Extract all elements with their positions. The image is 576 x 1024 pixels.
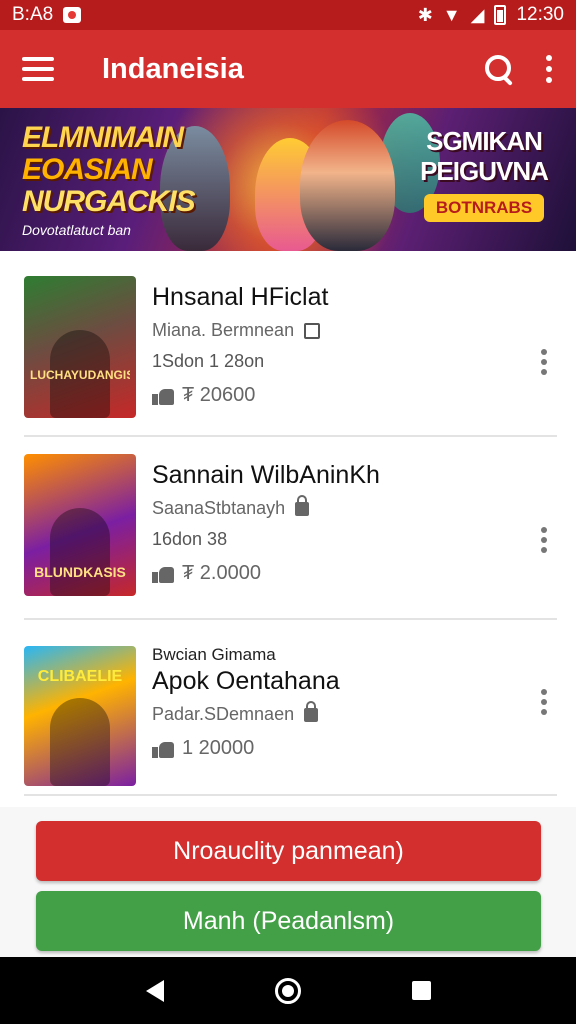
game-list: LUCHAYUDANGIS Hnsanal HFiclat Miana. Ber… — [0, 251, 576, 807]
banner-tagline: Dovotatlatuct ban — [22, 222, 131, 238]
item-more-icon[interactable] — [540, 689, 548, 715]
item-more-icon[interactable] — [540, 349, 548, 375]
item-text: Hnsanal HFiclat Miana. Bermnean 1Sdon 1 … — [152, 283, 512, 407]
item-thumbnail: LUCHAYUDANGIS — [24, 276, 136, 418]
list-divider — [24, 435, 557, 437]
more-dot — [541, 709, 547, 715]
more-dot — [541, 349, 547, 355]
item-likes: 1 20000 — [182, 737, 255, 759]
more-vert-icon[interactable] — [544, 55, 554, 83]
banner-headline: ELMNIMAIN EOASIAN NURGACKIS Dovotatlatuc… — [22, 121, 197, 239]
menu-icon[interactable] — [22, 57, 54, 81]
more-dot — [541, 689, 547, 695]
back-icon[interactable] — [145, 979, 164, 1002]
status-time-left: B:A8 — [12, 4, 54, 25]
item-author-row: Padar.SDemnaen — [152, 700, 512, 725]
promo-banner[interactable]: ELMNIMAIN EOASIAN NURGACKIS Dovotatlatuc… — [0, 108, 576, 251]
more-dot — [541, 527, 547, 533]
system-nav-bar — [0, 957, 576, 1024]
item-title: Apok Oentahana — [152, 667, 340, 695]
wifi-icon: ▼ — [442, 5, 461, 25]
more-dot — [541, 547, 547, 553]
item-thumbnail: BLUNDKASIS — [24, 454, 136, 596]
thumbnail-title: CLIBAELIE — [37, 668, 123, 685]
banner-line-2: EOASIAN — [22, 153, 153, 186]
list-divider — [24, 794, 557, 796]
item-more-icon[interactable] — [540, 527, 548, 553]
thumbnail-title: LUCHAYUDANGIS — [30, 368, 130, 382]
thumbnail-character — [50, 698, 110, 786]
item-likes: ₮ 20600 — [182, 384, 256, 406]
status-left: B:A8 — [12, 4, 82, 26]
lock-icon — [304, 700, 319, 722]
item-thumbnail: CLIBAELIE — [24, 646, 136, 786]
more-dot — [541, 699, 547, 705]
banner-cta-button[interactable]: BOTNRABS — [423, 194, 545, 222]
menu-bar-top — [22, 57, 54, 61]
verified-icon — [304, 322, 321, 339]
app-title: Indaneisia — [102, 52, 244, 85]
more-dot — [546, 55, 552, 61]
item-author-row: SaanaStbtanayh — [152, 494, 512, 519]
item-text: Sannain WilbAninKh SaanaStbtanayh 16don … — [152, 461, 512, 585]
signal-icon: ◢ — [470, 5, 485, 25]
item-likes: ₮ 2.0000 — [182, 562, 261, 584]
more-dot — [541, 537, 547, 543]
list-item[interactable]: CLIBAELIE Bwcian Gimama Apok Oentahana P… — [0, 633, 576, 813]
list-item[interactable]: BLUNDKASIS Sannain WilbAninKh SaanaStbta… — [0, 449, 576, 629]
home-icon[interactable] — [274, 977, 301, 1004]
app-bar: Indaneisia — [0, 30, 576, 108]
thumb-up-icon[interactable] — [152, 387, 174, 405]
banner-right-line-1: SGMIKAN — [426, 126, 543, 156]
item-likes-row: ₮ 2.0000 — [152, 562, 512, 585]
item-kicker: Bwcian Gimama — [152, 645, 276, 664]
recents-icon[interactable] — [411, 981, 431, 1000]
more-dot — [546, 66, 552, 72]
banner-line-3: NURGACKIS — [22, 185, 196, 218]
item-author-row: Miana. Bermnean — [152, 320, 512, 341]
search-icon[interactable] — [482, 52, 516, 86]
item-date: 1Sdon 1 28on — [152, 351, 265, 371]
status-right: ✱ ▼ ◢ 12:30 — [418, 4, 564, 26]
menu-bar-middle — [22, 67, 54, 71]
more-dot — [541, 359, 547, 365]
item-likes-row: 1 20000 — [152, 737, 512, 760]
menu-bar-bottom — [22, 77, 54, 81]
app-actions — [482, 52, 554, 86]
thumbnail-title: BLUNDKASIS — [34, 564, 126, 580]
item-likes-row: ₮ 20600 — [152, 384, 512, 407]
thumbnail-character — [50, 508, 110, 596]
more-dot — [546, 77, 552, 83]
list-item[interactable]: LUCHAYUDANGIS Hnsanal HFiclat Miana. Ber… — [0, 271, 576, 451]
secondary-action-button[interactable]: Manh (Peadanlsm) — [36, 891, 541, 951]
thumb-up-icon[interactable] — [152, 740, 174, 758]
item-author: SaanaStbtanayh — [152, 498, 286, 518]
status-time-right: 12:30 — [516, 4, 564, 25]
screen: B:A8 ✱ ▼ ◢ 12:30 Indaneisia ELMNIMAIN EO… — [0, 0, 576, 1024]
item-author: Miana. Bermnean — [152, 320, 295, 340]
status-bar: B:A8 ✱ ▼ ◢ 12:30 — [0, 0, 576, 30]
item-date: 16don 38 — [152, 529, 228, 549]
banner-right-line-2: PEIGUVNA — [420, 156, 549, 186]
list-divider — [24, 618, 557, 620]
banner-character-heroine — [300, 120, 395, 251]
bluetooth-icon: ✱ — [417, 5, 433, 25]
item-text: Bwcian Gimama Apok Oentahana Padar.SDemn… — [152, 645, 512, 760]
notification-icon — [63, 7, 82, 23]
battery-icon — [494, 5, 507, 25]
item-title: Sannain WilbAninKh — [152, 461, 380, 489]
lock-icon — [295, 494, 310, 516]
primary-action-button[interactable]: Nroauclity panmean) — [36, 821, 541, 881]
item-author: Padar.SDemnaen — [152, 704, 295, 724]
thumb-up-icon[interactable] — [152, 565, 174, 583]
banner-line-1: ELMNIMAIN — [22, 121, 184, 154]
item-title: Hnsanal HFiclat — [152, 283, 329, 311]
more-dot — [541, 369, 547, 375]
banner-right-text: SGMIKAN PEIGUVNA BOTNRABS — [414, 126, 554, 222]
